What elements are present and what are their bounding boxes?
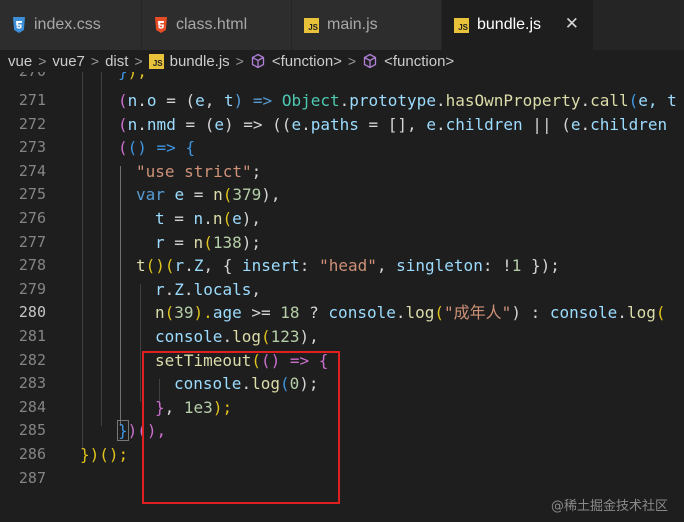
chevron-right-icon: > [235,53,244,69]
html-icon [154,17,168,33]
tab-main-js[interactable]: JS main.js [292,0,442,50]
line-number: 279 [18,279,46,298]
line-number: 276 [18,209,46,227]
line-number: 273 [18,138,46,157]
code-line: 281 console.log(123), [0,325,684,349]
code-text: console.log(123), [155,327,319,346]
code-editor[interactable]: 270 }); 271 (n.o = (e, t) => Object.prot… [0,72,684,522]
code-line: 287 [0,467,684,491]
highlight-box [142,351,340,504]
line-number: 277 [18,232,46,251]
js-icon: JS [454,17,469,33]
breadcrumb-item-function[interactable]: <function> [384,53,454,70]
code-line-current: 280 n(39).age >= 18 ? console.log("成年人")… [0,301,684,325]
breadcrumb-item-vue[interactable]: vue [8,53,32,70]
code-line: 279 r.Z.locals, [0,278,684,302]
line-number: 285 [18,421,46,440]
breadcrumb-item-vue7[interactable]: vue7 [52,53,85,70]
tab-label: bundle.js [477,16,542,33]
code-text: (n.o = (e, t) => Object.prototype.hasOwn… [118,91,677,110]
breadcrumb: vue > vue7 > dist > JS bundle.js > <func… [0,50,684,72]
tab-index-css[interactable]: index.css [0,0,142,50]
line-number: 274 [18,161,46,180]
line-number: 271 [18,91,46,109]
code-line: 276 t = n.n(e), [0,207,684,231]
code-text: r = n(138); [155,232,261,252]
chevron-right-icon: > [134,53,143,69]
tab-label: class.html [176,16,248,33]
code-line: 286 })(); [0,443,684,467]
function-cube-icon [250,53,266,69]
code-text: }); [118,72,147,84]
code-text: t()(r.Z, { insert: "head", singleton: !1… [136,256,560,276]
line-number: 284 [18,397,46,416]
tab-bundle-js[interactable]: JS bundle.js ✕ [442,0,594,50]
line-number: 275 [18,185,46,204]
breadcrumb-item-dist[interactable]: dist [105,53,128,70]
code-line: 273 (() => { [0,136,684,160]
code-text: (() => { [118,138,196,158]
code-text: t = n.n(e), [155,209,262,228]
breadcrumb-item-function[interactable]: <function> [272,53,342,70]
line-number: 272 [18,114,46,133]
line-number: 287 [18,468,46,487]
code-line: 275 var e = n(379), [0,183,684,207]
code-line: 278 t()(r.Z, { insert: "head", singleton… [0,254,684,278]
breadcrumb-item-bundle-js[interactable]: bundle.js [170,53,230,70]
tab-class-html[interactable]: class.html [142,0,292,50]
tab-label: index.css [34,16,101,33]
close-icon[interactable]: ✕ [565,15,579,32]
js-icon: JS [148,53,164,70]
code-line: 282 setTimeout(() => { [0,349,684,373]
code-line: 270 }); [0,72,684,84]
tab-bar: index.css class.html JS main.js JS bundl… [0,0,684,50]
code-line: 272 (n.nmd = (e) => ((e.paths = [], e.ch… [0,113,684,137]
chevron-right-icon: > [347,53,357,69]
chevron-right-icon: > [90,53,100,69]
line-number: 280 [18,303,46,322]
code-line: 283 console.log(0); [0,372,684,396]
code-text: })(); [80,445,129,464]
code-line: 284 }, 1e3); [0,396,684,420]
line-number: 270 [0,72,46,84]
function-cube-icon [362,53,378,69]
code-line: 274 "use strict"; [0,160,684,184]
code-line: 271 (n.o = (e, t) => Object.prototype.ha… [0,89,684,113]
code-text: n(39).age >= 18 ? console.log("成年人") : c… [155,303,666,323]
line-number: 281 [18,327,46,345]
line-number: 286 [18,445,46,463]
chevron-right-icon: > [38,53,47,69]
code-line: 285 })(), [0,419,684,443]
line-number: 283 [18,374,46,393]
code-text: var e = n(379), [136,185,281,205]
js-icon: JS [304,17,319,33]
css-icon [12,17,26,33]
code-text: (n.nmd = (e) => ((e.paths = [], e.childr… [118,114,668,134]
code-line: 277 r = n(138); [0,231,684,255]
watermark: @稀土掘金技术社区 [550,499,668,514]
line-number: 278 [18,256,46,275]
code-text: r.Z.locals, [155,279,261,299]
tab-label: main.js [327,16,378,33]
line-number: 282 [18,350,46,369]
code-text: "use strict"; [136,161,262,181]
